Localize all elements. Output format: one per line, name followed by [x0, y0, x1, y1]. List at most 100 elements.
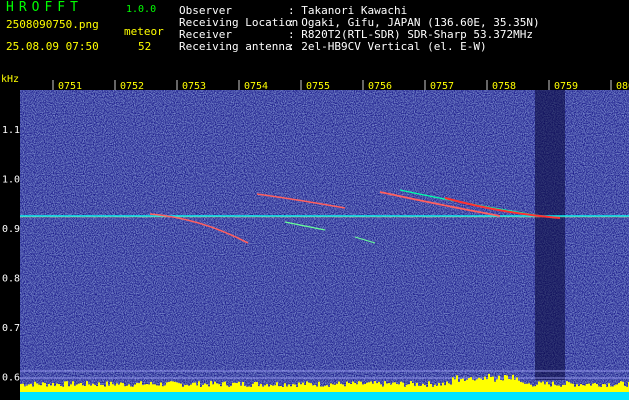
- level-bar: [40, 385, 42, 392]
- level-bar: [472, 379, 474, 392]
- level-bar: [128, 384, 130, 392]
- level-bar: [530, 384, 532, 392]
- level-bar: [200, 386, 202, 392]
- level-bar: [30, 383, 32, 392]
- level-bar: [486, 379, 488, 392]
- level-bar: [94, 385, 96, 392]
- level-bar: [292, 384, 294, 392]
- level-bar: [430, 383, 432, 392]
- level-bar: [104, 386, 106, 392]
- level-bar: [554, 384, 556, 392]
- level-bar: [494, 381, 496, 392]
- level-bar: [64, 381, 66, 392]
- level-bar: [236, 383, 238, 392]
- level-bar: [398, 384, 400, 392]
- level-bar: [212, 384, 214, 392]
- level-bar: [280, 386, 282, 392]
- level-bar: [346, 381, 348, 392]
- level-bar: [508, 379, 510, 392]
- level-bar: [180, 383, 182, 392]
- level-bar: [562, 384, 564, 392]
- level-bar: [82, 385, 84, 392]
- level-bar: [46, 386, 48, 392]
- level-bar: [622, 381, 624, 392]
- level-bar: [616, 384, 618, 392]
- level-bar: [194, 382, 196, 392]
- freq-tick: 0.9: [2, 224, 20, 235]
- level-bar: [116, 383, 118, 392]
- level-bar: [54, 386, 56, 392]
- level-bar: [446, 381, 448, 392]
- level-bar: [574, 386, 576, 392]
- level-bar: [620, 381, 622, 392]
- level-bar: [272, 385, 274, 392]
- level-bar: [106, 381, 108, 392]
- level-bar: [206, 384, 208, 392]
- level-bar: [184, 385, 186, 392]
- level-bar: [478, 377, 480, 392]
- level-bar: [388, 383, 390, 392]
- level-bar: [286, 386, 288, 392]
- level-bar: [108, 385, 110, 392]
- level-bar: [406, 384, 408, 392]
- level-bar: [572, 383, 574, 392]
- level-bar: [312, 385, 314, 392]
- level-bar: [480, 378, 482, 392]
- level-bar: [278, 386, 280, 392]
- level-bar: [142, 385, 144, 392]
- time-tick: 0800: [616, 81, 629, 92]
- level-bar: [138, 383, 140, 392]
- level-bar: [370, 381, 372, 392]
- level-bar: [160, 382, 162, 392]
- level-bar: [48, 384, 50, 392]
- level-bar: [314, 384, 316, 392]
- level-bar: [366, 382, 368, 392]
- level-bar: [316, 386, 318, 392]
- level-bar: [26, 385, 28, 392]
- level-bar: [604, 384, 606, 392]
- level-bar: [438, 383, 440, 392]
- level-bar: [372, 383, 374, 392]
- level-bar: [72, 381, 74, 392]
- level-bar: [536, 384, 538, 392]
- level-bar: [504, 375, 506, 392]
- level-bar: [428, 381, 430, 392]
- level-bar: [442, 382, 444, 392]
- level-bar: [42, 382, 44, 392]
- level-bar: [172, 381, 174, 392]
- level-bar: [374, 381, 376, 392]
- level-bar: [298, 382, 300, 392]
- level-bar: [240, 385, 242, 392]
- level-bar: [62, 386, 64, 392]
- level-bar: [336, 383, 338, 392]
- level-bar: [68, 386, 70, 392]
- level-bar: [444, 385, 446, 392]
- level-bar: [250, 386, 252, 392]
- level-bar: [602, 384, 604, 392]
- level-bar: [490, 376, 492, 392]
- level-bar: [498, 375, 500, 392]
- level-bar: [586, 383, 588, 392]
- level-bar: [448, 383, 450, 392]
- level-bar: [78, 383, 80, 392]
- level-bar: [482, 380, 484, 392]
- level-bar: [518, 380, 520, 392]
- hrofft-screen: HROFFT 1.0.0 2508090750.png meteor 25.08…: [0, 0, 629, 400]
- level-bar: [144, 384, 146, 392]
- level-bar: [192, 382, 194, 392]
- level-bar: [102, 384, 104, 392]
- time-tick: 0754: [244, 81, 268, 92]
- level-bar: [522, 382, 524, 392]
- level-bar: [290, 386, 292, 392]
- level-bar: [542, 381, 544, 392]
- level-bar: [590, 385, 592, 392]
- level-bar: [484, 376, 486, 392]
- level-bar: [224, 381, 226, 392]
- level-bar: [358, 381, 360, 392]
- level-bar: [474, 380, 476, 392]
- level-bar: [74, 385, 76, 392]
- level-bar: [390, 384, 392, 392]
- level-bar: [570, 383, 572, 392]
- level-bar: [44, 383, 46, 392]
- level-bar: [300, 384, 302, 392]
